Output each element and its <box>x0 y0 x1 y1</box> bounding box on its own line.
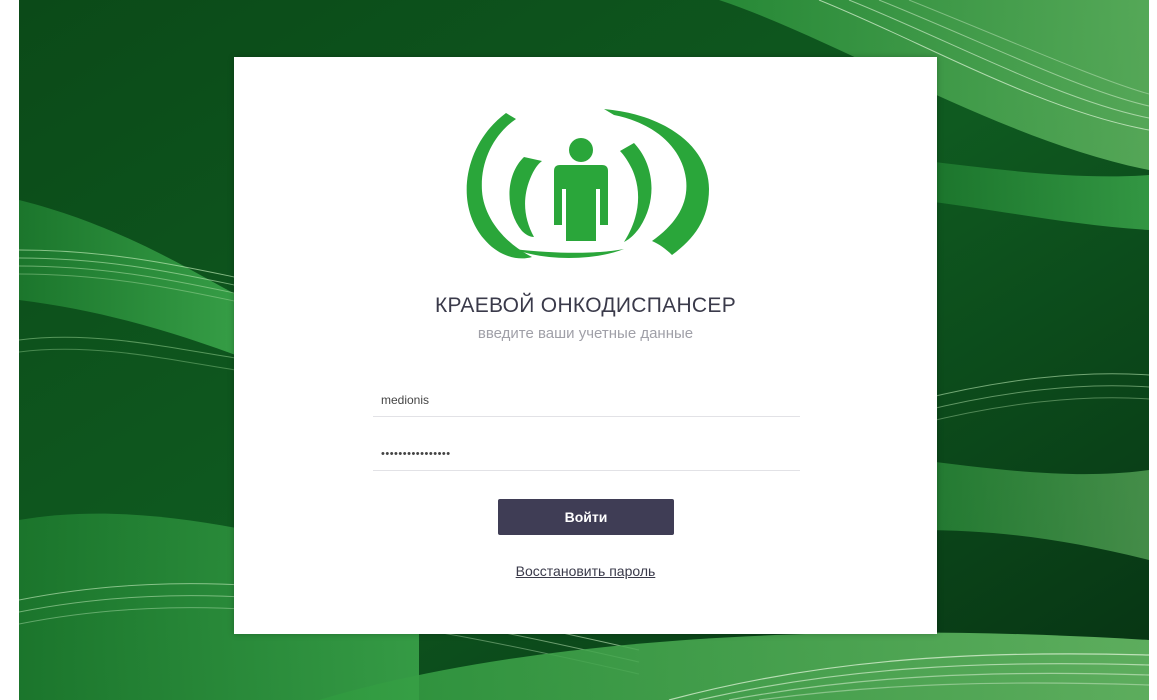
logo-person-head <box>569 138 593 162</box>
restore-password-link[interactable]: Восстановить пароль <box>516 563 656 579</box>
login-card: КРАЕВОЙ ОНКОДИСПАНСЕР введите ваши учетн… <box>234 57 937 634</box>
login-input[interactable] <box>373 383 800 417</box>
logo-wave-left-inner <box>509 157 542 237</box>
restore-password-container: Восстановить пароль <box>234 563 937 579</box>
oncology-dispensary-logo <box>466 109 709 259</box>
logo-wave-right-inner <box>620 143 652 242</box>
password-input[interactable] <box>373 437 800 471</box>
organization-title: КРАЕВОЙ ОНКОДИСПАНСЕР <box>434 294 737 317</box>
login-prompt: введите ваши учетные данные <box>477 325 694 342</box>
logo-wave-right-outer <box>604 109 709 255</box>
login-button[interactable]: Войти <box>498 499 674 535</box>
background: КРАЕВОЙ ОНКОДИСПАНСЕР введите ваши учетн… <box>19 0 1149 700</box>
